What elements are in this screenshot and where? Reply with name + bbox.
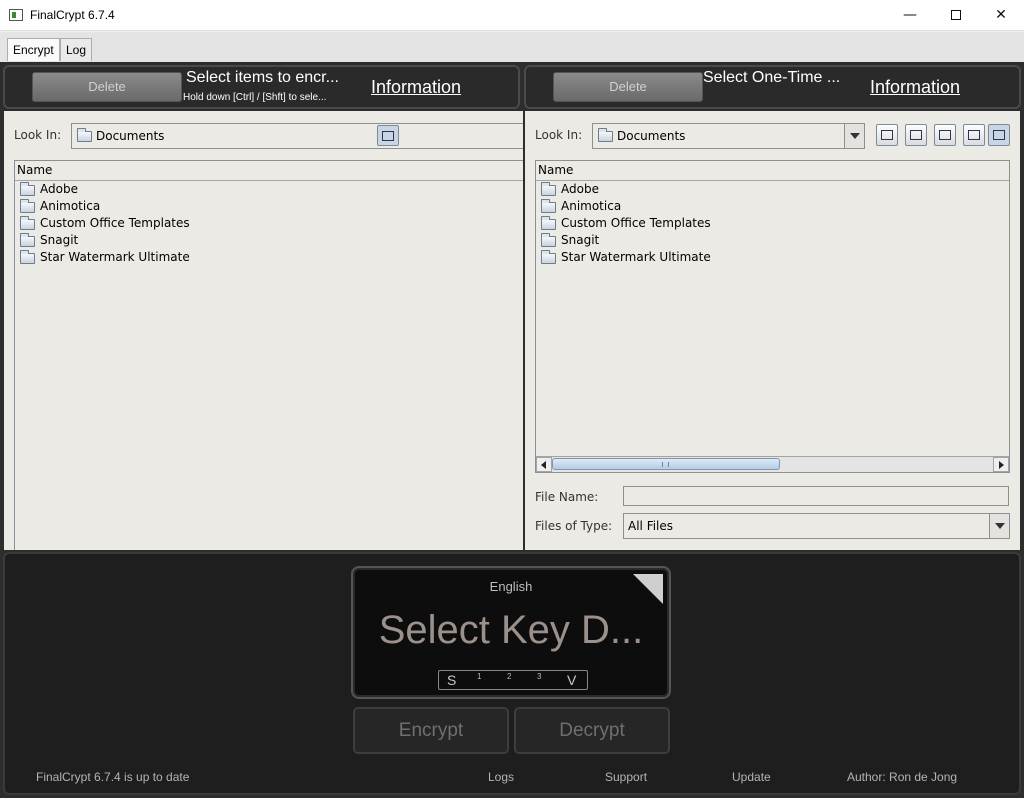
- up-folder-button[interactable]: [876, 124, 898, 146]
- list-item[interactable]: Animotica: [540, 198, 621, 215]
- input-information-link[interactable]: Information: [371, 77, 461, 98]
- new-folder-icon: [939, 130, 951, 140]
- look-in-label: Look In:: [14, 128, 62, 142]
- folder-icon: [20, 182, 35, 196]
- key-pane-title: Select One-Time ...: [703, 69, 841, 86]
- scrollbar-thumb[interactable]: [552, 458, 780, 470]
- list-item[interactable]: Snagit: [19, 232, 78, 249]
- up-folder-button[interactable]: [377, 125, 399, 146]
- details-view-button[interactable]: [988, 124, 1010, 146]
- folder-icon: [541, 199, 556, 213]
- look-in-combo[interactable]: Documents: [71, 123, 523, 149]
- scroll-left-icon[interactable]: [536, 457, 552, 472]
- meter-tick: 3: [537, 672, 542, 681]
- new-folder-button[interactable]: [934, 124, 956, 146]
- look-in-value: Documents: [96, 129, 165, 143]
- input-pane-subtitle: Hold down [Ctrl] / [Shft] to sele...: [183, 92, 327, 103]
- key-information-link[interactable]: Information: [870, 77, 960, 98]
- encrypt-button[interactable]: Encrypt: [353, 707, 509, 754]
- folder-icon: [77, 128, 92, 142]
- list-item[interactable]: Custom Office Templates: [540, 215, 711, 232]
- chevron-down-icon[interactable]: [844, 124, 864, 148]
- window-title: FinalCrypt 6.7.4: [30, 8, 115, 22]
- meter-tick: 2: [507, 672, 512, 681]
- list-item[interactable]: Adobe: [540, 181, 599, 198]
- logs-link[interactable]: Logs: [488, 770, 514, 784]
- column-header-name[interactable]: Name: [536, 161, 1009, 181]
- tab-log[interactable]: Log: [60, 38, 93, 61]
- input-delete-button[interactable]: Delete: [32, 72, 182, 102]
- meter-start-label: S: [447, 672, 457, 688]
- file-name-input[interactable]: [623, 486, 1009, 506]
- folder-icon: [541, 233, 556, 247]
- folder-icon: [20, 233, 35, 247]
- app-icon: [9, 9, 23, 21]
- list-view-icon: [968, 130, 980, 140]
- meter-tick: 1: [477, 672, 482, 681]
- list-item[interactable]: Adobe: [19, 181, 78, 198]
- list-item[interactable]: Animotica: [19, 198, 100, 215]
- folder-icon: [541, 216, 556, 230]
- look-in-value: Documents: [617, 129, 686, 143]
- input-file-list[interactable]: Name Adobe Animotica Custom Office Templ…: [14, 160, 523, 550]
- chevron-down-icon[interactable]: [989, 514, 1009, 538]
- key-file-chooser: Look In: Documents Name Adobe Animotica …: [525, 111, 1020, 550]
- folder-icon: [20, 216, 35, 230]
- folder-icon: [20, 199, 35, 213]
- file-name-label: File Name:: [535, 490, 599, 504]
- tab-strip: Encrypt Log: [0, 32, 1024, 62]
- key-status-panel[interactable]: English Select Key D... S 1 2 3 V: [351, 566, 671, 699]
- look-in-label: Look In:: [535, 128, 583, 142]
- home-button[interactable]: [905, 124, 927, 146]
- scroll-right-icon[interactable]: [993, 457, 1009, 472]
- tab-encrypt[interactable]: Encrypt: [7, 38, 60, 61]
- up-folder-icon: [382, 131, 394, 141]
- key-file-list[interactable]: Name Adobe Animotica Custom Office Templ…: [535, 160, 1010, 473]
- folder-icon: [541, 182, 556, 196]
- input-pane-title: Select items to encr...: [186, 69, 339, 86]
- folder-icon: [20, 250, 35, 264]
- update-link[interactable]: Update: [732, 770, 771, 784]
- home-icon: [910, 130, 922, 140]
- support-link[interactable]: Support: [605, 770, 647, 784]
- corner-fold-icon: [633, 574, 663, 604]
- list-view-button[interactable]: [963, 124, 985, 146]
- folder-icon: [598, 128, 613, 142]
- files-of-type-select[interactable]: All Files: [623, 513, 1010, 539]
- language-label[interactable]: English: [353, 579, 669, 594]
- decrypt-button[interactable]: Decrypt: [514, 707, 670, 754]
- key-status-title: Select Key D...: [378, 608, 644, 652]
- horizontal-scrollbar[interactable]: [536, 456, 1009, 472]
- list-item[interactable]: Custom Office Templates: [19, 215, 190, 232]
- key-strength-meter: S 1 2 3 V: [438, 670, 588, 690]
- up-folder-icon: [881, 130, 893, 140]
- list-item[interactable]: Star Watermark Ultimate: [540, 249, 711, 266]
- list-item[interactable]: Star Watermark Ultimate: [19, 249, 190, 266]
- maximize-button[interactable]: [933, 0, 979, 31]
- author-link[interactable]: Author: Ron de Jong: [847, 770, 957, 784]
- files-of-type-value: All Files: [628, 519, 674, 533]
- close-button[interactable]: ✕: [978, 0, 1024, 31]
- input-pane-header: Delete Select items to encr... Hold down…: [3, 65, 520, 109]
- minimize-button[interactable]: —: [887, 0, 933, 31]
- key-delete-button[interactable]: Delete: [553, 72, 703, 102]
- maximize-icon: [951, 10, 961, 20]
- column-header-name[interactable]: Name: [15, 161, 523, 181]
- meter-end-label: V: [567, 672, 577, 688]
- title-bar: FinalCrypt 6.7.4 — ✕: [0, 0, 1024, 31]
- key-pane-header: Delete Select One-Time ... Information: [524, 65, 1021, 109]
- input-file-chooser: Look In: Documents Name Adobe Animotica …: [4, 111, 523, 550]
- folder-icon: [541, 250, 556, 264]
- look-in-combo[interactable]: Documents: [592, 123, 865, 149]
- list-item[interactable]: Snagit: [540, 232, 599, 249]
- version-status[interactable]: FinalCrypt 6.7.4 is up to date: [36, 770, 189, 784]
- files-of-type-label: Files of Type:: [535, 519, 613, 533]
- details-view-icon: [993, 130, 1005, 140]
